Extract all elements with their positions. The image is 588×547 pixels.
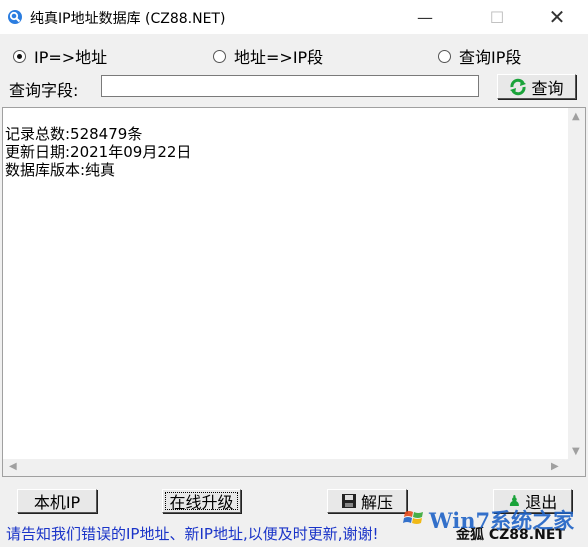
- query-input[interactable]: [101, 75, 479, 97]
- app-icon: [8, 10, 22, 24]
- result-line: 数据库版本:纯真: [5, 161, 116, 179]
- unzip-button[interactable]: 解压: [327, 489, 407, 513]
- result-panel[interactable]: 记录总数:528479条 更新日期:2021年09月22日 数据库版本:纯真 ▲…: [2, 107, 586, 477]
- radio-unselected-icon[interactable]: [213, 49, 226, 63]
- radio-label: 地址=>IP段: [234, 48, 324, 67]
- scroll-up-icon[interactable]: ▲: [572, 111, 580, 122]
- title-bar: 纯真IP地址数据库 (CZ88.NET) — ☐ ✕: [0, 0, 588, 34]
- close-button[interactable]: ✕: [534, 0, 580, 34]
- refresh-icon: [510, 78, 527, 95]
- maximize-button[interactable]: ☐: [474, 0, 520, 34]
- watermark: Win7系统之家: [403, 497, 583, 545]
- radio-address-to-ip-range[interactable]: 地址=>IP段: [213, 44, 323, 68]
- radio-label: 查询IP段: [459, 48, 522, 67]
- radio-unselected-icon[interactable]: [438, 49, 451, 63]
- radio-ip-to-address[interactable]: IP=>地址: [13, 44, 107, 68]
- scroll-left-icon[interactable]: ◀: [9, 461, 17, 472]
- vertical-scrollbar[interactable]: ▲ ▼: [568, 108, 585, 460]
- status-message: 请告知我们错误的IP地址、新IP地址,以便及时更新,谢谢!: [6, 525, 379, 543]
- minimize-button[interactable]: —: [402, 0, 448, 34]
- radio-selected-icon[interactable]: [13, 49, 26, 63]
- query-button[interactable]: 查询: [497, 74, 576, 99]
- online-upgrade-button[interactable]: 在线升级: [162, 489, 241, 513]
- result-text: 记录总数:528479条 更新日期:2021年09月22日 数据库版本:纯真: [5, 125, 191, 179]
- horizontal-scrollbar[interactable]: ◀ ▶: [3, 459, 585, 476]
- radio-query-ip-range[interactable]: 查询IP段: [438, 44, 521, 68]
- query-button-label: 查询: [531, 78, 564, 98]
- window-title: 纯真IP地址数据库 (CZ88.NET): [30, 11, 226, 27]
- result-line: 记录总数:528479条: [5, 125, 143, 143]
- radio-label: IP=>地址: [34, 48, 108, 67]
- result-line: 更新日期:2021年09月22日: [5, 143, 192, 161]
- local-ip-button[interactable]: 本机IP: [17, 489, 97, 513]
- floppy-disk-icon: [341, 494, 356, 508]
- scroll-down-icon[interactable]: ▼: [572, 446, 580, 457]
- scroll-right-icon[interactable]: ▶: [551, 461, 559, 472]
- windows-logo-icon: [403, 511, 423, 524]
- watermark-text: Win7系统之家: [429, 508, 575, 533]
- unzip-button-label: 解压: [360, 493, 393, 512]
- query-field-label: 查询字段:: [9, 81, 79, 100]
